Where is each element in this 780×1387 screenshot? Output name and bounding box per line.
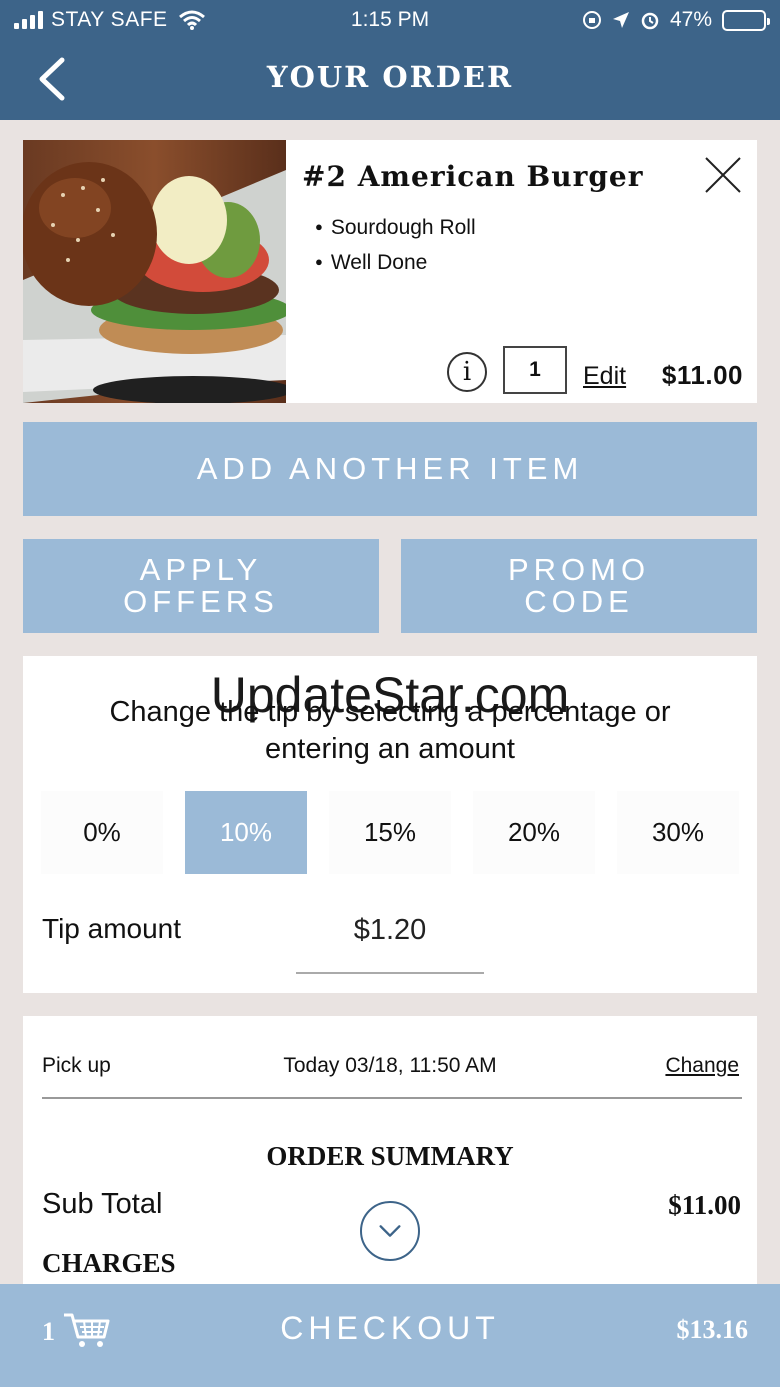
edit-link[interactable]: Edit bbox=[583, 362, 626, 391]
order-summary-title: ORDER SUMMARY bbox=[266, 1141, 514, 1171]
divider bbox=[42, 1097, 742, 1099]
app-header: STAY SAFE 1:15 PM 47% YOUR ORDER bbox=[0, 0, 780, 120]
close-icon[interactable] bbox=[703, 155, 743, 195]
offers-label-line2: OFFERS bbox=[123, 584, 279, 619]
tip-option-15[interactable]: 15% bbox=[329, 791, 451, 874]
tip-options: 0% 10% 15% 20% 30% bbox=[41, 791, 739, 874]
add-item-label: ADD ANOTHER ITEM bbox=[196, 451, 584, 486]
tip-option-20[interactable]: 20% bbox=[473, 791, 595, 874]
modifier-item: Sourdough Roll bbox=[315, 210, 476, 245]
tip-option-10[interactable]: 10% bbox=[185, 791, 307, 874]
promo-label-line2: CODE bbox=[524, 584, 634, 619]
modifier-list: Sourdough Roll Well Done bbox=[315, 210, 476, 280]
item-name: #2 American Burger bbox=[302, 160, 644, 193]
orientation-lock-icon bbox=[582, 11, 601, 29]
item-price: $11.00 bbox=[661, 360, 743, 390]
subtotal-value: $11.00 bbox=[668, 1190, 741, 1220]
tip-instructions-line2: entering an amount bbox=[265, 733, 515, 765]
add-another-item-button[interactable]: ADD ANOTHER ITEM bbox=[23, 422, 757, 516]
chevron-down-icon[interactable] bbox=[360, 1201, 420, 1261]
order-item-card: #2 American Burger Sourdough Roll Well D… bbox=[23, 140, 757, 403]
alarm-icon bbox=[641, 12, 659, 30]
promo-code-button[interactable]: PROMO CODE bbox=[401, 539, 757, 633]
battery-icon bbox=[722, 9, 770, 31]
tip-instructions-line1: Change the tip by selecting a percentage… bbox=[109, 696, 671, 728]
offers-label-line1: APPLY bbox=[139, 552, 263, 587]
subtotal-label: Sub Total bbox=[42, 1188, 163, 1220]
checkout-button[interactable]: 1 CHECKOUT $13.16 bbox=[0, 1284, 780, 1387]
tip-amount-label: Tip amount bbox=[42, 913, 182, 944]
tip-amount-input[interactable] bbox=[296, 910, 484, 974]
tip-option-30[interactable]: 30% bbox=[617, 791, 739, 874]
apply-offers-button[interactable]: APPLY OFFERS bbox=[23, 539, 379, 633]
order-summary-card: Pick up Today 03/18, 11:50 AM Change ORD… bbox=[23, 1016, 757, 1306]
checkout-label: CHECKOUT bbox=[280, 1310, 500, 1346]
info-icon[interactable]: i bbox=[447, 352, 487, 392]
tip-option-0[interactable]: 0% bbox=[41, 791, 163, 874]
burger-image bbox=[23, 140, 286, 403]
location-icon bbox=[612, 12, 629, 28]
pickup-time: Today 03/18, 11:50 AM bbox=[283, 1054, 497, 1077]
charges-label: CHARGES bbox=[42, 1248, 176, 1278]
page-title: YOUR ORDER bbox=[266, 60, 514, 94]
tip-instructions: Change the tip by selecting a percentage… bbox=[23, 694, 757, 768]
tip-card: UpdateStar.com Change the tip by selecti… bbox=[23, 656, 757, 993]
battery-percent: 47% bbox=[669, 8, 712, 31]
change-pickup-link[interactable]: Change bbox=[665, 1054, 739, 1078]
quantity-field[interactable]: 1 bbox=[503, 346, 567, 394]
promo-label-line1: PROMO bbox=[507, 552, 651, 587]
status-bar: STAY SAFE 1:15 PM 47% bbox=[0, 0, 780, 40]
modifier-item: Well Done bbox=[315, 245, 476, 280]
checkout-total: $13.16 bbox=[676, 1315, 749, 1344]
